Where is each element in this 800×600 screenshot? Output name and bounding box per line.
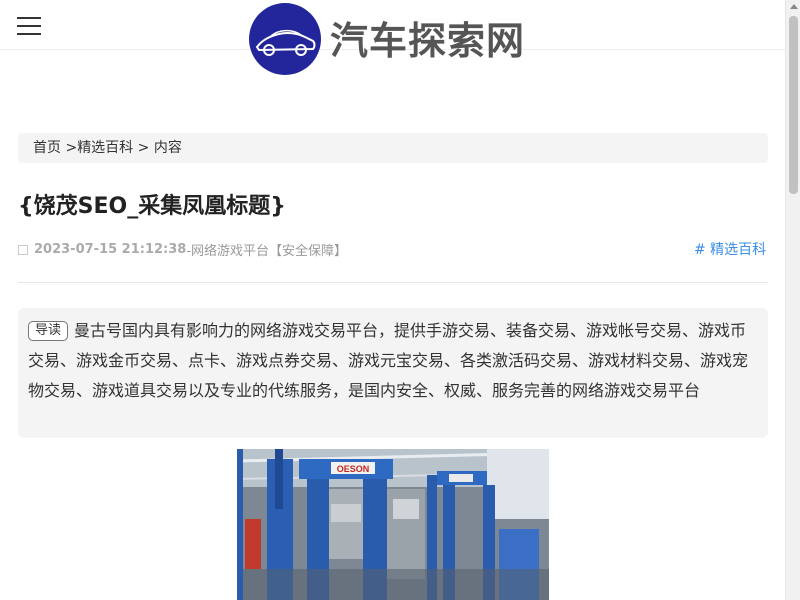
breadcrumb-current: 内容 (153, 140, 182, 156)
scrollbar-thumb[interactable] (789, 16, 798, 194)
breadcrumb: 首页 >精选百科 > 内容 (18, 133, 768, 163)
article-summary: 导读 曼古号国内具有影响力的网络游戏交易平台，提供手游交易、装备交易、游戏帐号交易… (18, 308, 768, 438)
machine-brand-label: OESON (337, 464, 370, 474)
summary-badge: 导读 (28, 321, 69, 341)
breadcrumb-separator: > (133, 140, 154, 156)
site-header: 汽车探索网 (0, 0, 785, 75)
breadcrumb-separator: > (61, 140, 78, 156)
clock-icon (18, 244, 28, 255)
breadcrumb-home-link[interactable]: 首页 (33, 140, 61, 156)
site-logo[interactable]: 汽车探索网 (249, 3, 525, 75)
article-image: OESON (237, 449, 549, 600)
article-category-tag[interactable]: # 精选百科 (694, 239, 766, 259)
car-logo-icon (249, 3, 321, 75)
hamburger-menu-icon[interactable] (17, 17, 41, 37)
page-scrollbar[interactable] (785, 0, 800, 600)
article-meta: 2023-07-15 21:12:38 -网络游戏平台【安全保障】 (18, 240, 347, 259)
scroll-up-arrow-icon[interactable] (790, 4, 798, 9)
site-logo-text: 汽车探索网 (330, 17, 526, 63)
article-date: 2023-07-15 21:12:38 (34, 242, 187, 257)
breadcrumb-category-link[interactable]: 精选百科 (77, 140, 133, 156)
summary-text: 曼古号国内具有影响力的网络游戏交易平台，提供手游交易、装备交易、游戏帐号交易、游… (28, 321, 749, 400)
divider (18, 282, 768, 283)
article-source: -网络游戏平台【安全保障】 (186, 244, 348, 259)
article-title: {饶茂SEO_采集凤凰标题} (18, 194, 286, 219)
